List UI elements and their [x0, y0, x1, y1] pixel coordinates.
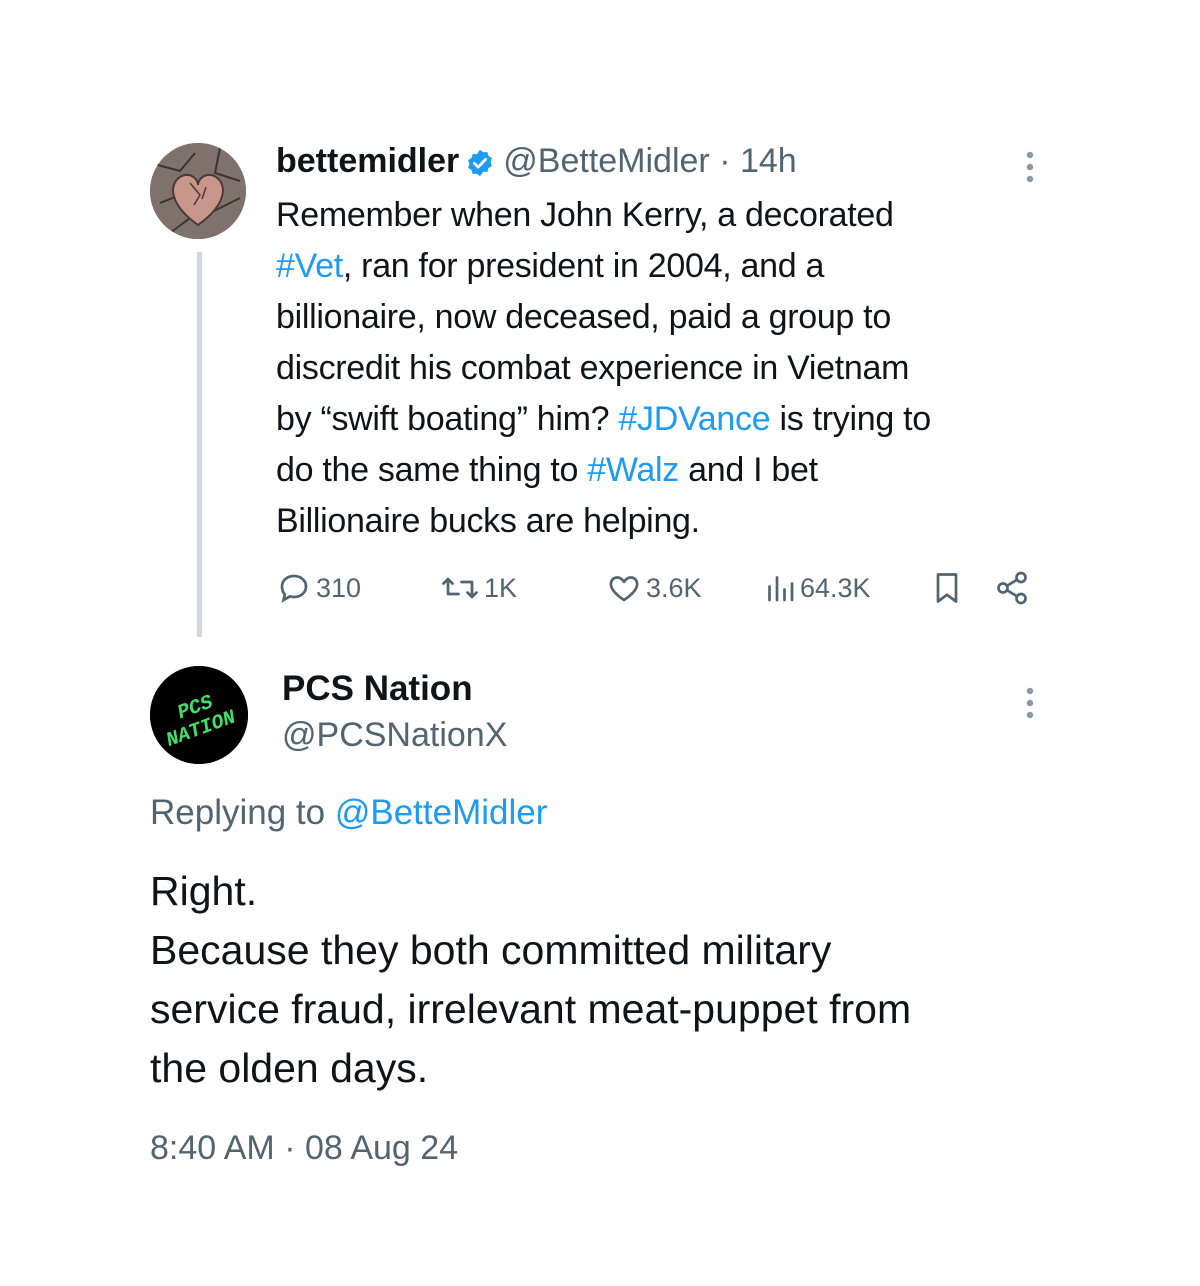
like-icon [609, 576, 639, 602]
like-count: 3.6K [646, 572, 702, 603]
share-icon [997, 571, 1027, 605]
tweet-line: #Vet, ran for president in 2004, and a [276, 241, 1066, 292]
reply-icon [280, 574, 308, 603]
tweet-line: do the same thing to #Walz and I bet [276, 445, 1066, 496]
reply-handle[interactable]: @PCSNationX [282, 712, 507, 758]
reply-line: Right. [150, 868, 258, 914]
reply-timestamp[interactable]: 8:40 AM · 08 Aug 24 [150, 1124, 458, 1172]
tweet-text-segment: do the same thing to [276, 451, 588, 489]
thread-line [197, 252, 202, 637]
replying-prefix: Replying to [150, 793, 335, 832]
retweet-count: 1K [484, 572, 518, 603]
bookmark-button[interactable] [930, 566, 964, 610]
tweet-text-segment: by “swift boating” him? [276, 400, 619, 438]
display-name[interactable]: bettemidler [276, 142, 459, 180]
replying-handle-link[interactable]: @BetteMidler [335, 793, 548, 832]
reply-line: the olden days. [150, 1045, 429, 1091]
tweet-header: bettemidler @BetteMidler · 14h [276, 138, 797, 190]
bettemidler-avatar[interactable] [150, 143, 246, 239]
like-button[interactable]: 3.6K [606, 566, 702, 610]
cracked-heart-image [150, 143, 246, 239]
tweet-actions: 310 1K 3.6K 64.3K [276, 566, 1036, 610]
hashtag-link[interactable]: #Walz [587, 451, 679, 489]
hashtag-link[interactable]: #Vet [276, 247, 343, 285]
tweet-text-segment: and I bet [678, 451, 818, 489]
pcs-nation-avatar[interactable]: PCS NATION [150, 666, 248, 764]
tweet-text-segment: , ran for president in 2004, and a [342, 247, 825, 285]
tweet-text-segment: Remember when John Kerry, a decorated [276, 196, 894, 234]
tweet-line: by “swift boating” him? #JDVance is tryi… [276, 394, 1066, 445]
views-icon [768, 576, 794, 602]
hashtag-link[interactable]: #JDVance [618, 400, 770, 438]
reply-line: service fraud, irrelevant meat-puppet fr… [150, 986, 912, 1032]
views-button[interactable]: 64.3K [764, 566, 871, 610]
tweet-text-segment: is trying to [770, 400, 931, 438]
tweet-line: Remember when John Kerry, a decorated [276, 190, 1066, 241]
retweet-icon [442, 577, 478, 599]
tweet-text-segment: discredit his combat experience in Vietn… [276, 349, 910, 387]
tweet-body: Remember when John Kerry, a decorated #Ve… [276, 190, 1066, 547]
tweet-line: discredit his combat experience in Vietn… [276, 343, 1066, 394]
reply-body: Right. Because they both committed milit… [150, 862, 1110, 1098]
tweet-text-segment: Billionaire bucks are helping. [276, 502, 700, 540]
time-ago[interactable]: 14h [740, 142, 797, 180]
share-button[interactable] [994, 566, 1030, 610]
pcs-nation-logo: PCS NATION [150, 666, 248, 764]
reply-button[interactable]: 310 [276, 566, 361, 610]
reply-line: Because they both committed military [150, 927, 832, 973]
verified-badge-icon [465, 144, 495, 190]
reply-display-name[interactable]: PCS Nation [282, 666, 473, 712]
retweet-button[interactable]: 1K [440, 566, 517, 610]
tweet-line: Billionaire bucks are helping. [276, 496, 1066, 547]
handle[interactable]: @BetteMidler [503, 142, 709, 180]
reply-count: 310 [316, 572, 362, 603]
bookmark-icon [936, 573, 958, 603]
more-icon[interactable] [1020, 150, 1040, 191]
separator: · [709, 142, 740, 180]
reply-more-icon[interactable] [1020, 686, 1040, 727]
tweet-text-segment: billionaire, now deceased, paid a group … [276, 298, 891, 336]
tweet-line: billionaire, now deceased, paid a group … [276, 292, 1066, 343]
replying-to: Replying to @BetteMidler [150, 788, 547, 838]
view-count: 64.3K [800, 572, 871, 603]
